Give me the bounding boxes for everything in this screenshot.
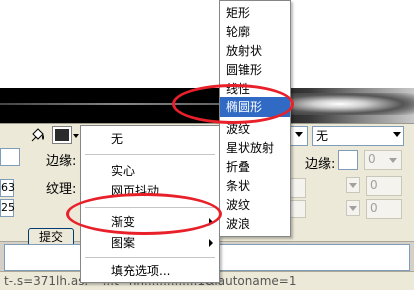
right-edge-input[interactable]	[338, 150, 358, 170]
gradient-item-label: 折叠	[226, 160, 251, 174]
edge-amount-spin: 0	[364, 150, 402, 170]
fill-menu-item-pattern[interactable]: 图案	[81, 233, 219, 253]
submenu-arrow-icon	[209, 239, 213, 247]
texture-spin-partial	[290, 178, 306, 198]
top-area	[0, 0, 414, 88]
chevron-down-icon	[295, 132, 303, 137]
chevron-down-icon	[393, 132, 401, 137]
left-field-2-value: 63	[1, 181, 15, 194]
left-field-3[interactable]: 25	[0, 199, 15, 217]
gradient-item-label: 放射状	[226, 44, 263, 58]
edge-amount-value: 0	[368, 152, 376, 166]
menu-divider	[85, 257, 215, 258]
gradient-item-label: 波纹	[226, 198, 251, 212]
spin-arrow-box-2	[346, 200, 360, 216]
gradient-item-ripples[interactable]: 波纹	[220, 195, 290, 215]
edge-label: 边缘:	[46, 154, 77, 169]
fill-menu-item-none-label: 无	[111, 132, 124, 146]
paint-bucket-icon[interactable]	[30, 127, 46, 143]
chevron-down-icon	[349, 206, 357, 211]
gradient-item-radial[interactable]: 放射状	[220, 41, 290, 61]
fill-menu-item-solid-label: 实心	[111, 164, 136, 178]
texture-label: 纹理:	[46, 182, 77, 197]
fill-menu-item-none[interactable]: 无	[81, 129, 219, 149]
texture-amount-spin-2: 0	[366, 199, 402, 219]
texture-spin-partial-2	[290, 200, 306, 218]
gradient-item-bars[interactable]: 条状	[220, 176, 290, 196]
right-edge-label: 边缘:	[305, 157, 336, 172]
fill-menu-item-solid[interactable]: 实心	[81, 161, 219, 181]
gradient-item-label: 轮廓	[226, 25, 251, 39]
annotation-circle-ellipse	[172, 84, 294, 124]
gradient-item-starburst[interactable]: 星状放射	[220, 138, 290, 158]
fill-menu-item-fill-options[interactable]: 填充选项...	[81, 261, 219, 281]
left-field-1[interactable]	[0, 148, 20, 166]
menu-divider	[85, 154, 215, 155]
fill-color-swatch[interactable]	[52, 126, 72, 144]
gradient-item-label: 波纹	[226, 122, 251, 136]
texture-amount-spin: 0	[366, 176, 402, 196]
gradient-item-label: 波浪	[226, 217, 251, 231]
gradient-item-label: 圆锥形	[226, 63, 263, 77]
fill-type-dropdown-value: 无	[316, 129, 329, 143]
gradient-item-label: 条状	[226, 179, 251, 193]
left-field-2[interactable]: 63	[0, 179, 15, 197]
chevron-down-icon	[349, 183, 357, 188]
gradient-highlight	[290, 93, 414, 115]
gradient-item-label: 矩形	[226, 6, 251, 20]
gradient-item-label: 星状放射	[226, 141, 275, 155]
gradient-item-cone[interactable]: 圆锥形	[220, 60, 290, 80]
swatch-arrow-icon[interactable]	[73, 134, 79, 138]
annotation-circle-gradient	[66, 193, 222, 235]
gradient-item-folds[interactable]: 折叠	[220, 157, 290, 177]
fill-menu-item-fill-options-label: 填充选项...	[111, 264, 171, 278]
fill-type-dropdown[interactable]: 无	[312, 126, 404, 146]
gradient-item-contour[interactable]: 轮廓	[220, 22, 290, 42]
left-field-3-value: 25	[1, 201, 15, 214]
gradient-item-rectangle[interactable]: 矩形	[220, 3, 290, 23]
spin-arrow-box-1	[346, 177, 360, 193]
texture-amount-value-2: 0	[370, 201, 378, 215]
fill-menu-item-pattern-label: 图案	[111, 236, 136, 250]
gradient-item-waves[interactable]: 波浪	[220, 214, 290, 234]
chevron-down-icon	[389, 158, 397, 163]
partial-dropdown[interactable]	[290, 126, 308, 146]
texture-amount-value: 0	[370, 178, 378, 192]
